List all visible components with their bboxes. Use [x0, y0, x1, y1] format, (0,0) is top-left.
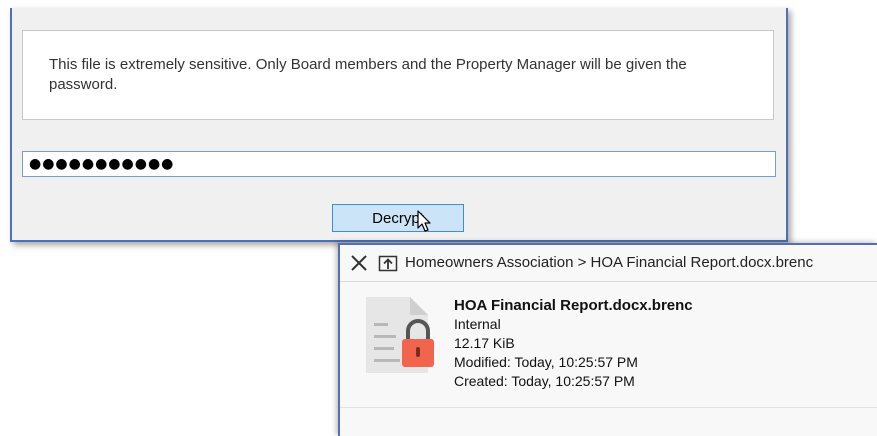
breadcrumb[interactable]: Homeowners Association > HOA Financial R…	[405, 254, 813, 271]
encrypted-file-icon	[366, 297, 434, 373]
file-modified: Modified: Today, 10:25:57 PM	[454, 354, 638, 370]
file-size: 12.17 KiB	[454, 335, 515, 351]
decrypt-button[interactable]: Decrypt	[332, 204, 464, 232]
password-input[interactable]	[22, 151, 776, 177]
file-created: Created: Today, 10:25:57 PM	[454, 373, 635, 389]
sensitivity-message: This file is extremely sensitive. Only B…	[49, 56, 687, 93]
file-details: HOA Financial Report.docx.brenc Internal…	[454, 296, 693, 391]
message-box: This file is extremely sensitive. Only B…	[22, 30, 774, 120]
file-name: HOA Financial Report.docx.brenc	[454, 297, 693, 314]
decrypt-dialog: This file is extremely sensitive. Only B…	[10, 8, 788, 242]
divider	[340, 407, 877, 408]
file-classification: Internal	[454, 316, 501, 332]
mouse-pointer-icon	[417, 210, 431, 232]
panel-header: Homeowners Association > HOA Financial R…	[340, 245, 877, 282]
close-icon[interactable]	[350, 254, 368, 272]
file-details-panel: Homeowners Association > HOA Financial R…	[338, 243, 877, 436]
open-in-explorer-icon[interactable]	[378, 253, 398, 273]
